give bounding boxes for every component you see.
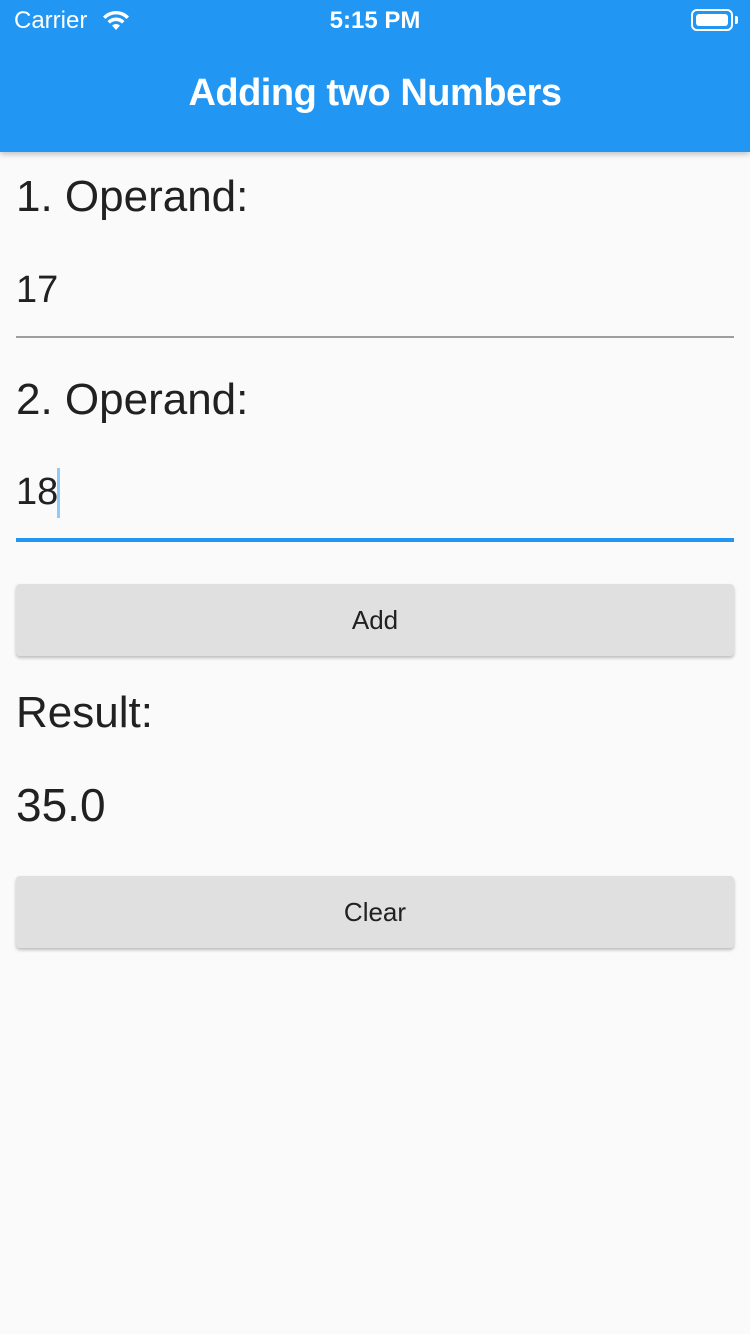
app-bar: Carrier 5:15 PM Adding two Numbers <box>0 0 750 152</box>
operand2-label: 2. Operand: <box>16 375 249 424</box>
operand2-field[interactable] <box>16 468 734 542</box>
add-button[interactable]: Add <box>16 584 734 656</box>
battery-tip <box>735 16 738 24</box>
clear-button[interactable]: Clear <box>16 876 734 948</box>
text-cursor <box>57 468 60 518</box>
result-label: Result: <box>16 688 153 737</box>
operand1-input[interactable] <box>16 266 734 314</box>
operand1-underline <box>16 336 734 338</box>
status-bar: Carrier 5:15 PM <box>0 0 750 40</box>
operand2-underline <box>16 538 734 542</box>
operand1-label: 1. Operand: <box>16 172 249 221</box>
operand1-field[interactable] <box>16 266 734 338</box>
status-time: 5:15 PM <box>329 7 421 34</box>
page-title: Adding two Numbers <box>188 72 562 114</box>
battery-icon <box>691 9 733 31</box>
battery-level <box>696 14 728 26</box>
operand2-input[interactable] <box>16 468 734 516</box>
result-value: 35.0 <box>16 779 106 831</box>
